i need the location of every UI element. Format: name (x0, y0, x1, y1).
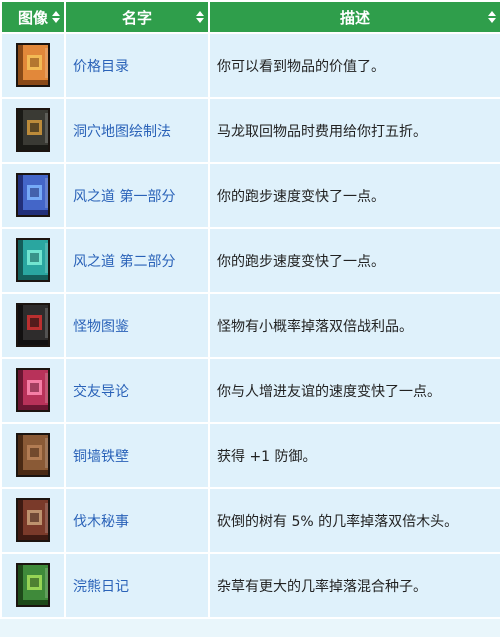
item-image-cell (0, 227, 66, 294)
col-header-name-label: 名字 (121, 8, 152, 27)
item-description: 你可以看到物品的价值了。 (208, 32, 500, 99)
item-name-link[interactable]: 价格目录 (64, 32, 210, 99)
item-description: 马龙取回物品时费用给你打五折。 (208, 97, 500, 164)
item-image-cell (0, 552, 66, 619)
item-name-link[interactable]: 铜墙铁壁 (64, 422, 210, 489)
brown-defense-book-icon (16, 432, 50, 477)
orange-catalog-book-icon (16, 42, 50, 87)
item-description: 砍倒的树有 5% 的几率掉落双倍木头。 (208, 487, 500, 554)
item-image-cell (0, 292, 66, 359)
items-table: 图像 名字 描述 价格目录 你可以看到物品的价值了。 洞穴地图绘制法 马龙取回物品时费… (0, 0, 500, 619)
green-raccoon-journal-icon (16, 562, 50, 607)
item-name-link[interactable]: 风之道 第二部分 (64, 227, 210, 294)
table-header-row: 图像 名字 描述 (0, 0, 500, 34)
item-name-link[interactable]: 浣熊日记 (64, 552, 210, 619)
sort-icon[interactable] (52, 11, 60, 23)
table-row: 风之道 第一部分 你的跑步速度变快了一点。 (0, 162, 500, 229)
item-image-cell (0, 32, 66, 99)
table-row: 怪物图鉴 怪物有小概率掉落双倍战利品。 (0, 292, 500, 359)
item-description: 你的跑步速度变快了一点。 (208, 227, 500, 294)
col-header-image[interactable]: 图像 (0, 0, 66, 34)
col-header-image-label: 图像 (17, 8, 48, 27)
item-image-cell (0, 162, 66, 229)
item-name-link[interactable]: 伐木秘事 (64, 487, 210, 554)
item-name-link[interactable]: 风之道 第一部分 (64, 162, 210, 229)
woodcutting-axe-book-icon (16, 497, 50, 542)
item-image-cell (0, 357, 66, 424)
friendship-heart-book-icon (16, 367, 50, 412)
cave-map-book-icon (16, 107, 50, 152)
item-description: 杂草有更大的几率掉落混合种子。 (208, 552, 500, 619)
table-row: 伐木秘事 砍倒的树有 5% 的几率掉落双倍木头。 (0, 487, 500, 554)
item-name-link[interactable]: 交友导论 (64, 357, 210, 424)
item-description: 你与人增进友谊的速度变快了一点。 (208, 357, 500, 424)
item-description: 获得 +1 防御。 (208, 422, 500, 489)
item-image-cell (0, 422, 66, 489)
col-header-description-label: 描述 (339, 8, 370, 27)
table-row: 风之道 第二部分 你的跑步速度变快了一点。 (0, 227, 500, 294)
teal-wind-book-icon (16, 237, 50, 282)
table-row: 交友导论 你与人增进友谊的速度变快了一点。 (0, 357, 500, 424)
sort-icon[interactable] (488, 11, 496, 23)
sort-icon[interactable] (196, 11, 204, 23)
item-image-cell (0, 487, 66, 554)
item-name-link[interactable]: 怪物图鉴 (64, 292, 210, 359)
blue-wind-book-icon (16, 172, 50, 217)
table-row: 价格目录 你可以看到物品的价值了。 (0, 32, 500, 99)
item-image-cell (0, 97, 66, 164)
table-row: 铜墙铁壁 获得 +1 防御。 (0, 422, 500, 489)
table-row: 浣熊日记 杂草有更大的几率掉落混合种子。 (0, 552, 500, 619)
item-description: 怪物有小概率掉落双倍战利品。 (208, 292, 500, 359)
table-row: 洞穴地图绘制法 马龙取回物品时费用给你打五折。 (0, 97, 500, 164)
col-header-name[interactable]: 名字 (64, 0, 210, 34)
item-name-link[interactable]: 洞穴地图绘制法 (64, 97, 210, 164)
item-description: 你的跑步速度变快了一点。 (208, 162, 500, 229)
col-header-description[interactable]: 描述 (208, 0, 500, 34)
monster-compendium-book-icon (16, 302, 50, 347)
